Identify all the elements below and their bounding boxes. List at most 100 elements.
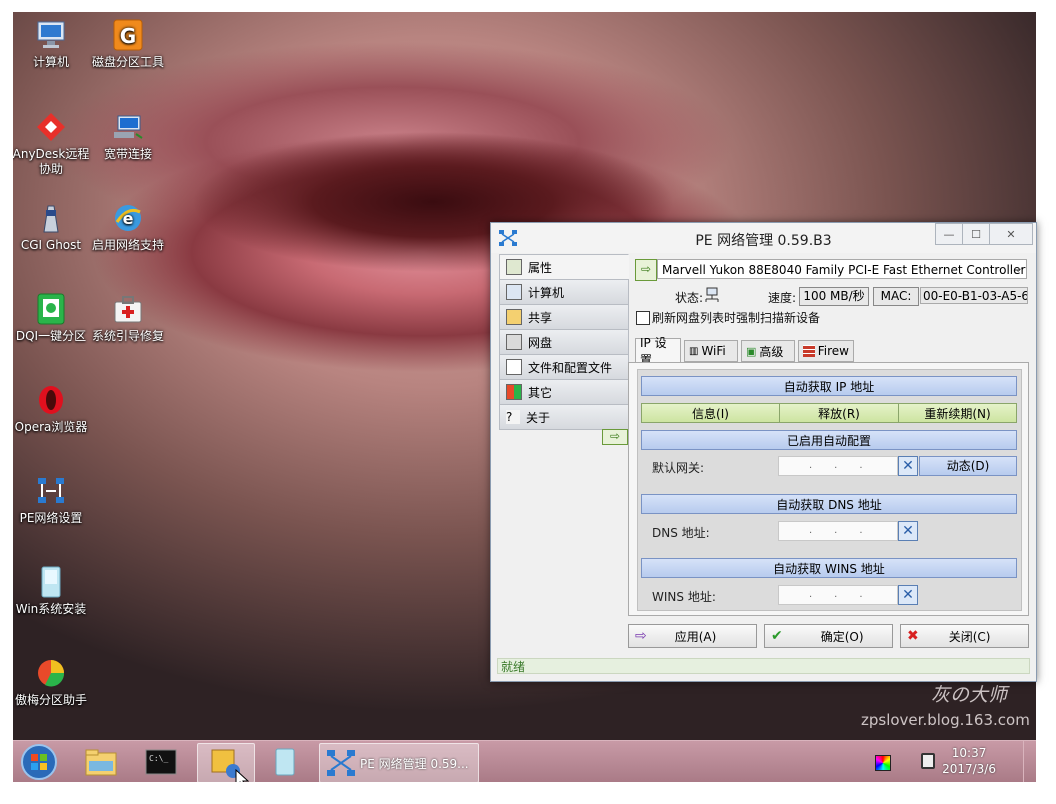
ie-globe-icon: e	[111, 201, 145, 235]
apply-button[interactable]: ⇨ 应用(A)	[628, 624, 757, 648]
autoconfig-button[interactable]: 已启用自动配置	[641, 430, 1017, 450]
ok-button[interactable]: ✔ 确定(O)	[764, 624, 893, 648]
ip-settings-inner: 自动获取 IP 地址 信息(I) 释放(R) 重新续期(N) 已启用自动配置 默…	[637, 369, 1022, 611]
windows-orb-icon	[21, 744, 57, 780]
desktop-icon-ie[interactable]: e 启用网络支持	[88, 201, 168, 253]
opera-icon	[34, 383, 68, 417]
minimize-button[interactable]: —	[935, 223, 963, 245]
sidebar-item-files[interactable]: 文件和配置文件	[499, 354, 629, 380]
desktop-icon-computer[interactable]: 计算机	[13, 18, 91, 70]
wins-clear-button[interactable]: ✕	[898, 585, 918, 605]
share-folder-icon	[506, 309, 522, 325]
diskgenius-icon: G	[111, 18, 145, 52]
cmd-icon: C:\_	[145, 749, 177, 775]
adapter-name: Marvell Yukon 88E8040 Family PCI-E Fast …	[662, 263, 1026, 277]
dns-label: DNS 地址:	[652, 526, 710, 540]
auto-wins-button[interactable]: 自动获取 WINS 地址	[641, 558, 1017, 578]
watermark-signature: 灰の大师	[931, 684, 1008, 706]
desktop-icon-bootfix[interactable]: 系统引导修复	[88, 292, 168, 344]
netdisk-icon	[506, 334, 522, 350]
desktop-icon-opera[interactable]: Opera浏览器	[13, 383, 91, 435]
taskbar-window-pe-network[interactable]: PE 网络管理 0.59...	[319, 743, 479, 782]
maximize-button[interactable]: ☐	[962, 223, 990, 245]
adapter-select[interactable]: Marvell Yukon 88E8040 Family PCI-E Fast …	[657, 259, 1027, 279]
gateway-clear-button[interactable]: ✕	[898, 456, 918, 476]
close-button[interactable]: ✖ 关闭(C)	[900, 624, 1029, 648]
anydesk-icon	[34, 110, 68, 144]
desktop-icon-dqi[interactable]: DQI一键分区	[13, 292, 91, 344]
clock[interactable]: 10:37 2017/3/6	[942, 745, 996, 777]
close-icon: ✕	[1006, 227, 1016, 241]
tab-wifi[interactable]: ▥ WiFi	[684, 340, 738, 362]
force-scan-label: 刷新网盘列表时强制扫描新设备	[652, 311, 821, 325]
release-button[interactable]: 释放(R)	[779, 403, 899, 423]
show-desktop-button[interactable]	[1023, 741, 1036, 782]
desktop-icon-pe-network[interactable]: PE网络设置	[13, 474, 91, 526]
info-button[interactable]: 信息(I)	[641, 403, 780, 423]
desktop-icon-diskgenius[interactable]: G 磁盘分区工具	[88, 18, 168, 70]
help-icon: ?	[506, 410, 520, 424]
sidebar-item-properties[interactable]: 属性	[499, 254, 629, 280]
svg-text:C:\_: C:\_	[149, 754, 168, 763]
sidebar-item-share[interactable]: 共享	[499, 304, 629, 330]
arrow-right-icon: ⇨	[635, 628, 647, 644]
first-aid-icon	[111, 292, 145, 326]
sidebar-item-computer[interactable]: 计算机	[499, 279, 629, 305]
taskbar-win-install[interactable]	[263, 743, 307, 781]
force-scan-checkbox[interactable]	[636, 311, 650, 325]
folder-icon	[85, 749, 117, 776]
wifi-icon: ▥	[689, 345, 699, 357]
dynamic-button[interactable]: 动态(D)	[919, 456, 1017, 476]
minimize-icon: —	[943, 227, 955, 241]
check-icon: ✔	[771, 628, 783, 644]
clock-time: 10:37	[951, 746, 987, 760]
auto-dns-button[interactable]: 自动获取 DNS 地址	[641, 494, 1017, 514]
properties-icon	[506, 259, 522, 275]
lan-status-icon	[705, 287, 719, 302]
color-tray-icon[interactable]	[875, 755, 891, 771]
mac-value: 00-E0-B1-03-A5-6D	[920, 287, 1028, 304]
start-button[interactable]	[17, 743, 61, 781]
file-config-icon	[506, 359, 522, 375]
mac-label: MAC:	[873, 287, 919, 306]
desktop-icon-win-install[interactable]: Win系统安装	[13, 565, 91, 617]
desktop-icon-broadband[interactable]: 宽带连接	[88, 110, 168, 162]
window-titlebar[interactable]: PE 网络管理 0.59.B3 — ☐ ✕	[491, 223, 1036, 253]
broadband-icon	[111, 110, 145, 144]
ip-settings-panel: 自动获取 IP 地址 信息(I) 释放(R) 重新续期(N) 已启用自动配置 默…	[628, 362, 1029, 616]
sidebar-item-about[interactable]: ? 关于	[499, 404, 629, 430]
taskbar-window-label: PE 网络管理 0.59...	[360, 756, 469, 771]
wins-input[interactable]: ...	[778, 585, 898, 605]
dns-input[interactable]: ...	[778, 521, 898, 541]
tab-firewall[interactable]: Firew	[798, 340, 854, 362]
advanced-icon: ▣	[746, 344, 757, 358]
taskbar-explorer[interactable]	[79, 743, 123, 781]
sidebar-arrow-button[interactable]: ⇨	[602, 429, 628, 445]
aomei-icon	[34, 656, 68, 690]
close-x-icon: ✖	[907, 628, 919, 644]
auto-ip-button[interactable]: 自动获取 IP 地址	[641, 376, 1017, 396]
firewall-brick-icon	[803, 345, 815, 357]
sidebar-item-netdisk[interactable]: 网盘	[499, 329, 629, 355]
close-window-button[interactable]: ✕	[989, 223, 1033, 245]
adapter-refresh-button[interactable]: ⇨	[635, 259, 657, 281]
taskbar-cmd[interactable]: C:\_	[139, 743, 183, 781]
tab-ip-settings[interactable]: IP 设置	[635, 336, 681, 367]
desktop-icon-ghost[interactable]: CGI Ghost	[13, 201, 91, 253]
desktop-icon-aomei[interactable]: 傲梅分区助手	[13, 656, 91, 708]
gateway-input[interactable]: ...	[778, 456, 898, 476]
status-label: 状态:	[675, 291, 704, 305]
network-tray-icon[interactable]	[921, 753, 935, 769]
tab-advanced[interactable]: ▣ 高级	[741, 340, 795, 362]
gateway-label: 默认网关:	[652, 461, 705, 475]
partition-icon	[34, 292, 68, 326]
x-icon: ✕	[902, 587, 914, 603]
taskbar: C:\_ PE 网络管理 0.59... 10:37 2017/3/6	[13, 740, 1036, 782]
ghost-icon	[34, 201, 68, 235]
dns-clear-button[interactable]: ✕	[898, 521, 918, 541]
renew-button[interactable]: 重新续期(N)	[898, 403, 1017, 423]
sidebar-item-other[interactable]: 其它	[499, 379, 629, 405]
desktop-icon-anydesk[interactable]: AnyDesk远程协助	[13, 110, 91, 177]
wins-label: WINS 地址:	[652, 590, 716, 604]
network-manager-icon	[327, 750, 355, 776]
